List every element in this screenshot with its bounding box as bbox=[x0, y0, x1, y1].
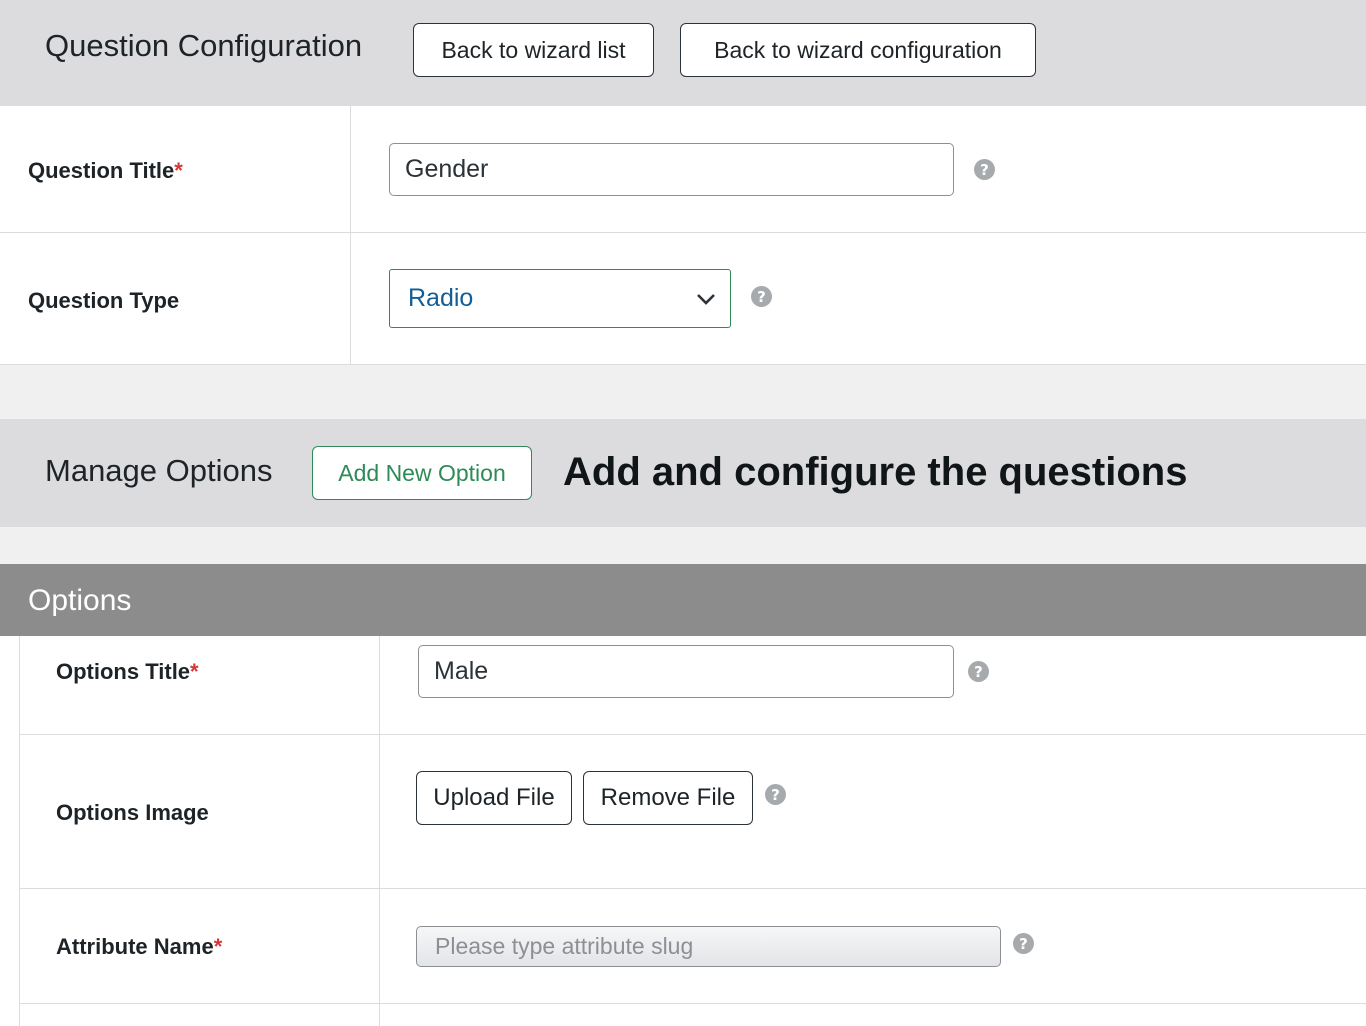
question-type-label: Question Type bbox=[28, 288, 180, 313]
chevron-down-icon bbox=[697, 294, 715, 305]
attribute-name-label: Attribute Name* bbox=[56, 934, 223, 959]
row-divider bbox=[0, 232, 1366, 233]
options-section-header bbox=[0, 564, 1366, 636]
question-circle-icon[interactable]: ? bbox=[765, 784, 786, 805]
required-marker: * bbox=[174, 158, 183, 183]
back-to-wizard-list-button[interactable]: Back to wizard list bbox=[413, 23, 654, 77]
add-new-option-button[interactable]: Add New Option bbox=[312, 446, 532, 500]
question-type-select[interactable]: Radio bbox=[389, 269, 731, 328]
question-title-label: Question Title* bbox=[28, 158, 183, 183]
required-marker: * bbox=[190, 659, 199, 684]
remove-file-button[interactable]: Remove File bbox=[583, 771, 753, 825]
options-title-input[interactable]: Male bbox=[418, 645, 954, 698]
question-circle-icon[interactable]: ? bbox=[968, 661, 989, 682]
question-title-input[interactable]: Gender bbox=[389, 143, 954, 196]
panel-left-border bbox=[19, 636, 20, 1026]
column-divider bbox=[350, 106, 351, 365]
required-marker: * bbox=[213, 934, 223, 959]
options-image-label: Options Image bbox=[56, 800, 209, 825]
question-type-value: Radio bbox=[408, 284, 474, 312]
row-divider bbox=[19, 1003, 1366, 1004]
upload-file-button[interactable]: Upload File bbox=[416, 771, 572, 825]
options-title-label: Options Title* bbox=[56, 659, 199, 684]
row-divider bbox=[19, 888, 1366, 889]
page-title: Question Configuration bbox=[45, 28, 363, 63]
attribute-name-input[interactable]: Please type attribute slug bbox=[416, 926, 1001, 967]
question-circle-icon[interactable]: ? bbox=[974, 159, 995, 180]
manage-options-title: Manage Options bbox=[45, 453, 273, 488]
options-section-title: Options bbox=[28, 584, 132, 617]
column-divider bbox=[379, 636, 380, 1026]
row-divider bbox=[0, 364, 1366, 365]
manage-caption: Add and configure the questions bbox=[563, 450, 1188, 494]
question-circle-icon[interactable]: ? bbox=[751, 286, 772, 307]
row-divider bbox=[19, 734, 1366, 735]
back-to-wizard-configuration-button[interactable]: Back to wizard configuration bbox=[680, 23, 1036, 77]
question-circle-icon[interactable]: ? bbox=[1013, 933, 1034, 954]
